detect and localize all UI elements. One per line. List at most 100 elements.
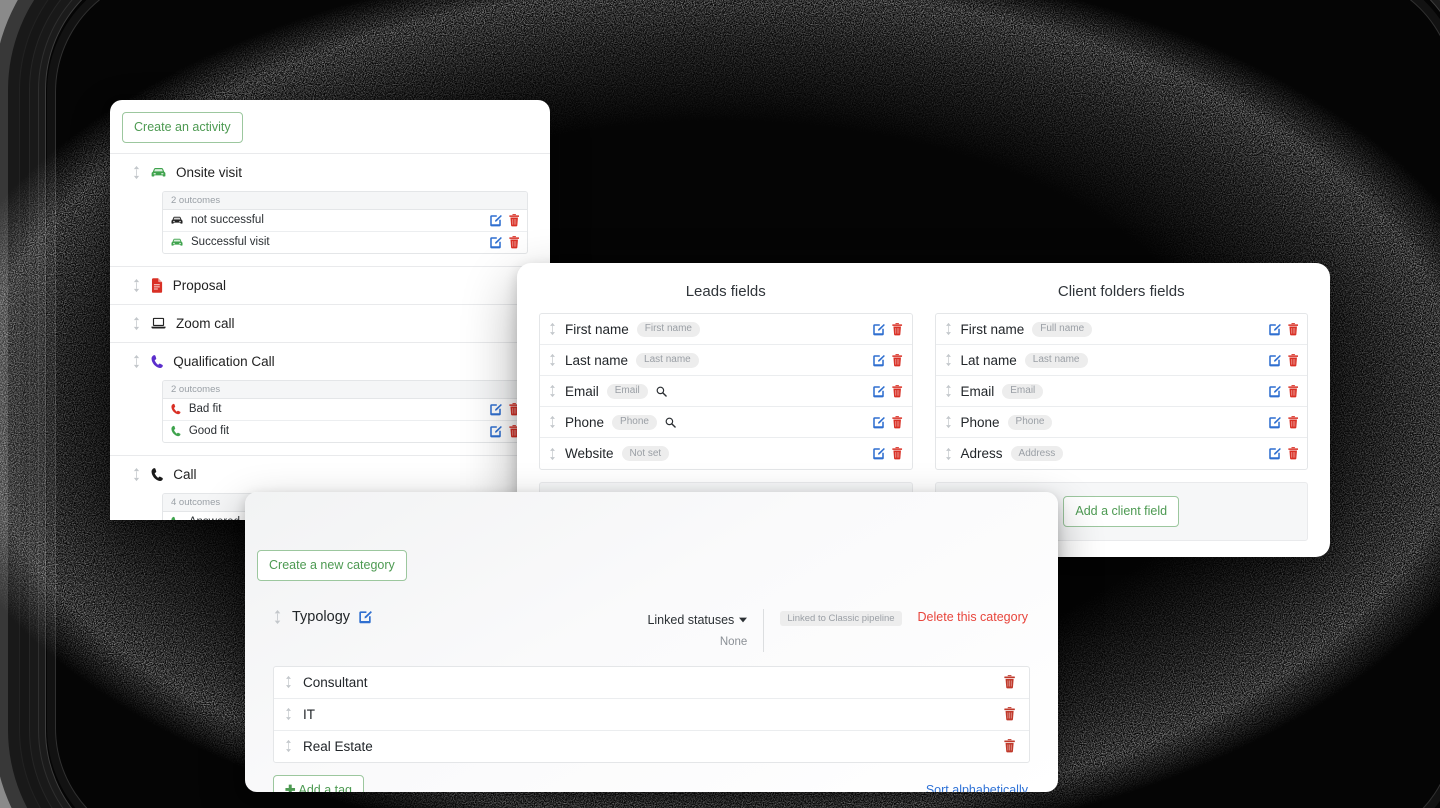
drag-handle-icon[interactable] (132, 354, 141, 369)
activity-row[interactable]: Qualification Call (110, 343, 550, 380)
edit-icon[interactable] (872, 385, 886, 398)
drag-handle-icon[interactable] (548, 384, 557, 398)
delete-category-link[interactable]: Delete this category (918, 610, 1028, 624)
edit-icon[interactable] (358, 610, 372, 624)
field-row[interactable]: First name First name (540, 314, 912, 345)
laptop-icon (151, 317, 166, 329)
outcome-row[interactable]: Bad fit (163, 399, 527, 421)
edit-icon[interactable] (489, 403, 502, 416)
trash-icon[interactable] (892, 415, 903, 429)
edit-icon[interactable] (872, 447, 886, 460)
search-icon[interactable] (665, 417, 676, 428)
outcome-row[interactable]: Good fit (163, 421, 527, 442)
trash-icon[interactable] (1004, 707, 1015, 721)
leads-fields-list: First name First name Last name Last name Em… (539, 313, 913, 470)
drag-handle-icon[interactable] (944, 415, 953, 429)
activity-block: Qualification Call 2 outcomes Bad fit Good … (110, 341, 550, 443)
drag-handle-icon[interactable] (273, 609, 282, 625)
add-tag-button[interactable]: ✚ Add a tag (273, 774, 364, 792)
field-row[interactable]: Last name Last name (540, 345, 912, 376)
category-header-actions: Linked statuses None Linked to Classic p… (647, 608, 1028, 652)
field-row[interactable]: Email Email (540, 376, 912, 407)
trash-icon[interactable] (508, 213, 519, 227)
edit-icon[interactable] (872, 416, 886, 429)
drag-handle-icon[interactable] (132, 467, 141, 482)
edit-icon[interactable] (872, 323, 886, 336)
activities-panel-inner: Create an activity Onsite visit 2 outcome… (110, 100, 550, 520)
field-row[interactable]: Website Not set (540, 438, 912, 469)
activities-panel: Create an activity Onsite visit 2 outcome… (110, 100, 550, 520)
drag-handle-icon[interactable] (944, 447, 953, 461)
activity-row[interactable]: Call (110, 456, 550, 493)
trash-icon[interactable] (892, 447, 903, 460)
outcome-label: Bad fit (188, 403, 222, 415)
field-row[interactable]: Phone Phone (935, 407, 1307, 438)
row-actions (872, 322, 903, 336)
field-mapping-pill: Email (606, 383, 648, 399)
field-row[interactable]: Phone Phone (540, 407, 912, 438)
edit-icon[interactable] (1268, 354, 1281, 367)
outcome-row[interactable]: not successful (163, 210, 527, 232)
trash-icon[interactable] (1004, 739, 1015, 753)
drag-handle-icon[interactable] (548, 415, 557, 429)
field-row[interactable]: Email Email (935, 376, 1307, 407)
row-actions (872, 415, 903, 429)
activity-row[interactable]: Onsite visit (110, 154, 550, 191)
linked-statuses-label: Linked statuses (647, 612, 735, 627)
field-mapping-pill: Full name (1032, 321, 1093, 337)
drag-handle-icon[interactable] (132, 316, 141, 331)
trash-icon[interactable] (1287, 384, 1298, 398)
add-client-field-button[interactable]: Add a client field (1063, 496, 1180, 527)
activity-row[interactable]: Zoom call (110, 305, 550, 342)
trash-icon[interactable] (892, 322, 903, 336)
drag-handle-icon[interactable] (548, 322, 557, 336)
search-icon[interactable] (656, 386, 667, 397)
trash-icon[interactable] (1287, 447, 1298, 460)
create-activity-button[interactable]: Create an activity (122, 112, 243, 143)
trash-icon[interactable] (892, 353, 903, 367)
outcome-row[interactable]: Successful visit (163, 232, 527, 253)
trash-icon[interactable] (1287, 322, 1298, 336)
activity-row[interactable]: Proposal (110, 267, 550, 304)
outcome-box: 2 outcomes Bad fit Good fit (162, 379, 528, 443)
field-row[interactable]: Adress Address (936, 438, 1308, 469)
activities-toolbar: Create an activity (110, 100, 550, 153)
drag-handle-icon[interactable] (944, 384, 953, 398)
edit-icon[interactable] (1268, 416, 1281, 429)
trash-icon[interactable] (1287, 353, 1298, 367)
drag-handle-icon[interactable] (132, 165, 141, 180)
edit-icon[interactable] (489, 214, 502, 227)
linked-statuses-dropdown[interactable]: Linked statuses (647, 612, 748, 629)
field-row[interactable]: Lat name Last name (935, 345, 1307, 376)
drag-handle-icon[interactable] (944, 353, 953, 367)
trash-icon[interactable] (508, 235, 519, 249)
drag-handle-icon[interactable] (548, 447, 557, 461)
client-fields-title: Client folders fields (1057, 283, 1185, 300)
edit-icon[interactable] (1268, 447, 1281, 460)
sort-alphabetically-link[interactable]: Sort alphabetically (926, 783, 1028, 792)
trash-icon[interactable] (1004, 675, 1015, 689)
car-icon (171, 238, 183, 247)
edit-icon[interactable] (1268, 385, 1281, 398)
edit-icon[interactable] (872, 354, 886, 367)
edit-icon[interactable] (489, 425, 502, 438)
tag-row[interactable]: IT (274, 699, 1029, 731)
trash-icon[interactable] (892, 384, 903, 398)
tag-row[interactable]: Consultant (274, 667, 1029, 699)
tag-label: Real Estate (303, 738, 373, 754)
edit-icon[interactable] (1268, 323, 1281, 336)
drag-handle-icon[interactable] (132, 278, 141, 293)
drag-handle-icon[interactable] (944, 322, 953, 336)
create-category-button[interactable]: Create a new category (257, 550, 407, 581)
trash-icon[interactable] (1287, 415, 1298, 429)
drag-handle-icon[interactable] (284, 675, 293, 689)
edit-icon[interactable] (489, 236, 502, 249)
activity-name: Proposal (172, 277, 226, 293)
drag-handle-icon[interactable] (548, 353, 557, 367)
tag-row[interactable]: Real Estate (274, 731, 1029, 762)
field-name: Phone (565, 414, 605, 430)
field-row[interactable]: First name Full name (935, 314, 1307, 345)
field-name: Lat name (960, 352, 1017, 368)
drag-handle-icon[interactable] (284, 707, 293, 721)
drag-handle-icon[interactable] (284, 739, 293, 753)
